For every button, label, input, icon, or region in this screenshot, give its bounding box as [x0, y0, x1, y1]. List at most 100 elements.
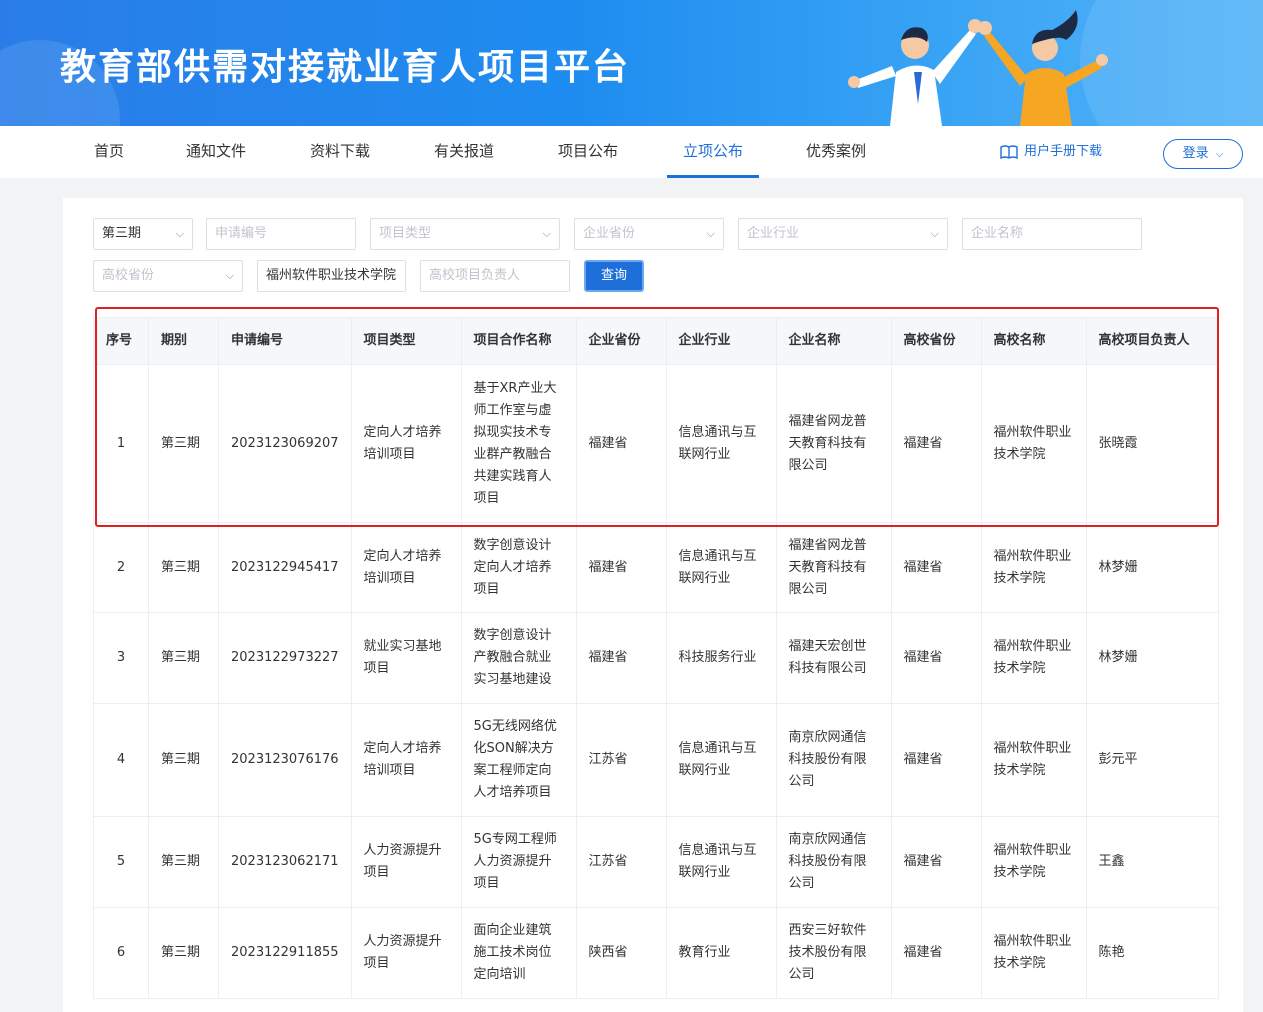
high-five-illustration — [848, 10, 1108, 126]
col-header-university-leader: 高校项目负责人 — [1085, 317, 1219, 365]
cell-university-leader: 陈艳 — [1085, 907, 1219, 999]
cell-enterprise-industry: 教育行业 — [665, 907, 777, 999]
cell-enterprise-industry: 信息通讯与互联网行业 — [665, 703, 777, 817]
cell-project-type: 就业实习基地项目 — [350, 612, 462, 704]
user-manual-label: 用户手册下载 — [1024, 144, 1103, 159]
col-header-application-no: 申请编号 — [218, 317, 352, 365]
cell-application-no: 2023122945417 — [218, 522, 352, 613]
table-row: 5 第三期 2023123062171 人力资源提升项目 5G专网工程师人力资源… — [93, 816, 1219, 908]
cell-project-type: 人力资源提升项目 — [350, 816, 462, 908]
cell-project-name: 数字创意设计产教融合就业实习基地建设 — [460, 612, 577, 704]
project-type-select[interactable]: 项目类型 ⌵ — [370, 218, 560, 250]
login-button[interactable]: 登录 ⌵ — [1163, 139, 1243, 169]
cell-university-province: 福建省 — [890, 612, 982, 704]
nav-item-downloads[interactable]: 资料下载 — [302, 126, 378, 178]
period-select-value: 第三期 — [102, 226, 142, 241]
cell-period: 第三期 — [148, 364, 219, 523]
cell-enterprise-province: 江苏省 — [575, 703, 667, 817]
cell-university-province: 福建省 — [890, 522, 982, 613]
cell-period: 第三期 — [148, 522, 219, 613]
nav-item-home[interactable]: 首页 — [84, 126, 134, 178]
cell-project-name: 5G专网工程师人力资源提升项目 — [460, 816, 577, 908]
cell-period: 第三期 — [148, 703, 219, 817]
col-header-university-name: 高校名称 — [980, 317, 1087, 365]
col-header-project-name: 项目合作名称 — [460, 317, 577, 365]
chevron-down-icon: ⌵ — [542, 227, 551, 240]
cell-application-no: 2023123069207 — [218, 364, 352, 523]
book-icon — [1000, 144, 1018, 159]
cell-university-leader: 林梦姗 — [1085, 522, 1219, 613]
chevron-down-icon: ⌵ — [706, 227, 715, 240]
nav-item-project-announcement[interactable]: 项目公布 — [550, 126, 626, 178]
col-header-enterprise-province: 企业省份 — [575, 317, 667, 365]
col-header-project-type: 项目类型 — [350, 317, 462, 365]
chevron-down-icon: ⌵ — [1215, 149, 1224, 160]
chevron-down-icon: ⌵ — [225, 269, 234, 282]
cell-enterprise-name: 南京欣网通信科技股份有限公司 — [775, 816, 892, 908]
table-row: 6 第三期 2023122911855 人力资源提升项目 面向企业建筑施工技术岗… — [93, 907, 1219, 999]
user-manual-download-link[interactable]: 用户手册下载 — [1000, 126, 1102, 178]
cell-university-province: 福建省 — [890, 703, 982, 817]
cell-university-name: 福州软件职业技术学院 — [980, 703, 1087, 817]
enterprise-province-placeholder: 企业省份 — [583, 226, 636, 241]
cell-university-leader: 王鑫 — [1085, 816, 1219, 908]
period-select[interactable]: 第三期 ⌵ — [93, 218, 193, 250]
cell-enterprise-name: 西安三好软件技术股份有限公司 — [775, 907, 892, 999]
cell-enterprise-name: 福建省网龙普天教育科技有限公司 — [775, 364, 892, 523]
cell-period: 第三期 — [148, 816, 219, 908]
table-row: 1 第三期 2023123069207 定向人才培养培训项目 基于XR产业大师工… — [93, 364, 1219, 523]
nav-item-approval-announcement[interactable]: 立项公布 — [667, 126, 759, 178]
nav-item-notices[interactable]: 通知文件 — [178, 126, 254, 178]
cell-project-type: 定向人才培养培训项目 — [350, 522, 462, 613]
cell-project-type: 定向人才培养培训项目 — [350, 703, 462, 817]
cell-university-name: 福州软件职业技术学院 — [980, 907, 1087, 999]
cell-period: 第三期 — [148, 612, 219, 704]
enterprise-province-select[interactable]: 企业省份 ⌵ — [574, 218, 724, 250]
query-button[interactable]: 查询 — [584, 260, 644, 292]
enterprise-industry-placeholder: 企业行业 — [747, 226, 800, 241]
col-header-index: 序号 — [93, 317, 149, 365]
application-no-input[interactable]: 申请编号 — [206, 218, 356, 250]
cell-index: 3 — [93, 612, 149, 704]
cell-enterprise-industry: 科技服务行业 — [665, 612, 777, 704]
enterprise-industry-select[interactable]: 企业行业 ⌵ — [738, 218, 948, 250]
site-title: 教育部供需对接就业育人项目平台 — [60, 47, 631, 88]
table-row: 4 第三期 2023123076176 定向人才培养培训项目 5G无线网络优化S… — [93, 703, 1219, 817]
cell-application-no: 2023123062171 — [218, 816, 352, 908]
col-header-enterprise-industry: 企业行业 — [665, 317, 777, 365]
cell-project-name: 5G无线网络优化SON解决方案工程师定向人才培养项目 — [460, 703, 577, 817]
cell-application-no: 2023122911855 — [218, 907, 352, 999]
cell-period: 第三期 — [148, 907, 219, 999]
cell-project-name: 基于XR产业大师工作室与虚拟现实技术专业群产教融合共建实践育人项目 — [460, 364, 577, 523]
enterprise-name-input[interactable]: 企业名称 — [962, 218, 1142, 250]
cell-university-leader: 彭元平 — [1085, 703, 1219, 817]
cell-enterprise-province: 福建省 — [575, 612, 667, 704]
cell-enterprise-name: 福建省网龙普天教育科技有限公司 — [775, 522, 892, 613]
university-leader-input[interactable]: 高校项目负责人 — [420, 260, 570, 292]
cell-project-name: 面向企业建筑施工技术岗位定向培训 — [460, 907, 577, 999]
cell-enterprise-name: 南京欣网通信科技股份有限公司 — [775, 703, 892, 817]
cell-university-province: 福建省 — [890, 364, 982, 523]
nav-item-reports[interactable]: 有关报道 — [426, 126, 502, 178]
cell-enterprise-industry: 信息通讯与互联网行业 — [665, 816, 777, 908]
cell-project-type: 人力资源提升项目 — [350, 907, 462, 999]
chevron-down-icon: ⌵ — [930, 227, 939, 240]
cell-enterprise-province: 江苏省 — [575, 816, 667, 908]
university-name-input[interactable]: 福州软件职业技术学院 — [257, 260, 406, 292]
cell-project-name: 数字创意设计定向人才培养项目 — [460, 522, 577, 613]
chevron-down-icon: ⌵ — [175, 227, 184, 240]
cell-enterprise-name: 福建天宏创世科技有限公司 — [775, 612, 892, 704]
cell-university-name: 福州软件职业技术学院 — [980, 612, 1087, 704]
cell-index: 1 — [93, 364, 149, 523]
university-province-select[interactable]: 高校省份 ⌵ — [93, 260, 243, 292]
nav-item-excellent-cases[interactable]: 优秀案例 — [798, 126, 874, 178]
main-nav: 首页 通知文件 资料下载 有关报道 项目公布 立项公布 优秀案例 用户手册下载 — [0, 126, 1263, 178]
cell-application-no: 2023123076176 — [218, 703, 352, 817]
cell-index: 4 — [93, 703, 149, 817]
login-label: 登录 — [1182, 146, 1209, 161]
table-header-row: 序号 期别 申请编号 项目类型 项目合作名称 企业省份 企业行业 企业名称 高校… — [93, 317, 1219, 365]
col-header-period: 期别 — [148, 317, 219, 365]
table-row: 3 第三期 2023122973227 就业实习基地项目 数字创意设计产教融合就… — [93, 612, 1219, 704]
cell-university-province: 福建省 — [890, 816, 982, 908]
cell-university-leader: 张晓霞 — [1085, 364, 1219, 523]
